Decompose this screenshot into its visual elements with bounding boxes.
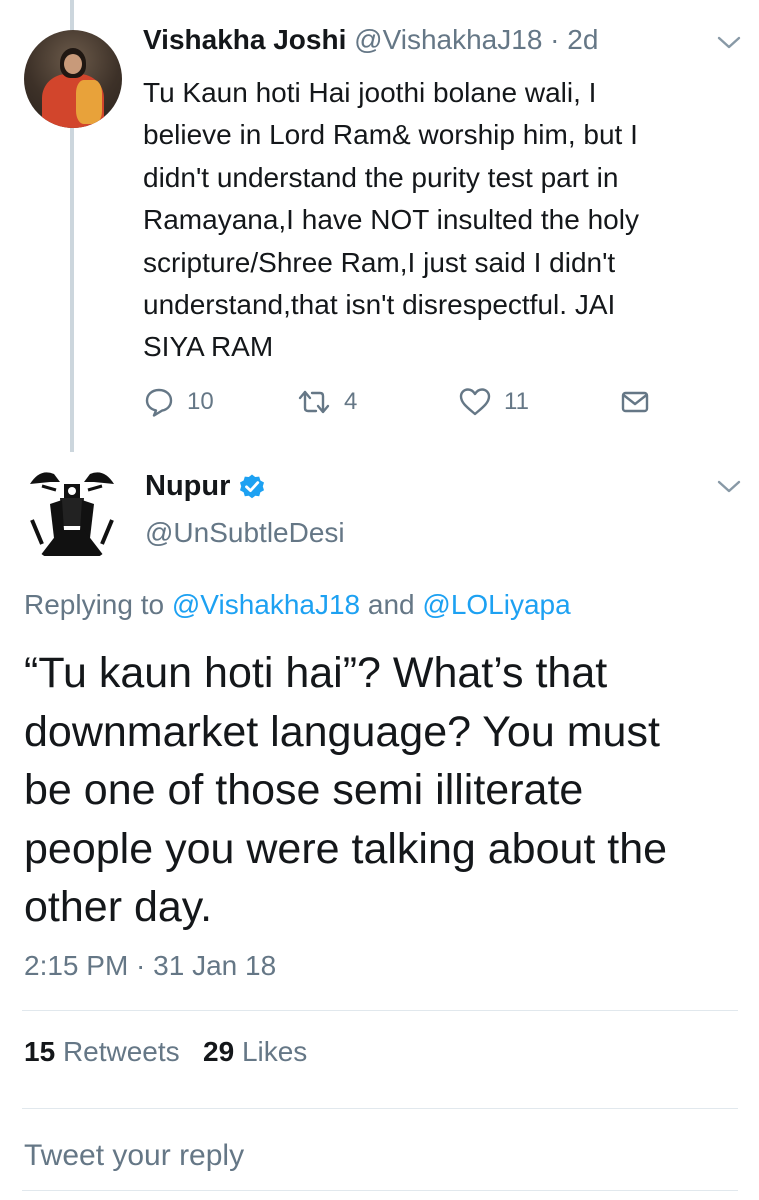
reply-button[interactable]: 10 bbox=[143, 386, 214, 418]
main-author-name: Nupur bbox=[145, 470, 266, 503]
envelope-icon bbox=[621, 391, 649, 413]
main-text-line: other day. bbox=[24, 883, 213, 931]
like-button[interactable]: 11 bbox=[458, 386, 529, 418]
replying-to-label: Replying to bbox=[24, 589, 165, 620]
header-separator: · bbox=[550, 24, 560, 55]
likes-stat[interactable]: 29 Likes bbox=[203, 1036, 307, 1067]
parent-handle[interactable]: @VishakhaJ18 bbox=[354, 24, 542, 55]
avatar-illustration bbox=[30, 472, 114, 556]
speech-bubble-icon bbox=[145, 388, 173, 417]
divider bbox=[22, 1190, 738, 1191]
direct-message-button[interactable] bbox=[620, 386, 650, 418]
parent-tweet-text: Tu Kaun hoti Hai joothi bolane wali, I b… bbox=[143, 72, 733, 369]
heart-icon bbox=[459, 388, 491, 416]
parent-display-name[interactable]: Vishakha Joshi bbox=[143, 24, 346, 55]
retweet-button[interactable]: 4 bbox=[296, 386, 357, 418]
chevron-down-icon[interactable] bbox=[716, 478, 742, 496]
mention-link[interactable]: @VishakhaJ18 bbox=[172, 589, 360, 620]
engagement-stats: 15 Retweets 29 Likes bbox=[24, 1036, 307, 1068]
main-display-name[interactable]: Nupur bbox=[145, 470, 230, 503]
avatar-nupur[interactable] bbox=[20, 460, 124, 564]
parent-text-line: scripture/Shree Ram,I just said I didn't bbox=[143, 246, 616, 278]
divider bbox=[22, 1108, 738, 1109]
mention-link[interactable]: @LOLiyapa bbox=[422, 589, 570, 620]
replying-to-line: Replying to @VishakhaJ18 and @LOLiyapa bbox=[24, 589, 571, 621]
tweet-timestamp[interactable]: 2:15 PM · 31 Jan 18 bbox=[24, 950, 276, 982]
retweets-count: 15 bbox=[24, 1036, 56, 1067]
main-text-line: people you were talking about the bbox=[24, 824, 668, 873]
retweet-icon bbox=[298, 390, 330, 414]
main-text-line: “Tu kaun hoti hai”? What’s that bbox=[24, 649, 608, 697]
parent-text-line: Ramayana,I have NOT insulted the holy bbox=[143, 204, 639, 236]
reply-input[interactable] bbox=[24, 1134, 724, 1178]
main-tweet-text: “Tu kaun hoti hai”? What’s that downmark… bbox=[24, 644, 744, 937]
parent-text-line: SIYA RAM bbox=[143, 331, 274, 363]
chevron-down-icon[interactable] bbox=[716, 34, 742, 52]
retweet-count: 4 bbox=[344, 388, 358, 415]
like-count: 11 bbox=[504, 388, 529, 415]
retweets-label: Retweets bbox=[62, 1036, 180, 1067]
retweets-stat[interactable]: 15 Retweets bbox=[24, 1036, 187, 1067]
avatar-vishakha[interactable] bbox=[24, 30, 122, 128]
likes-label: Likes bbox=[241, 1036, 308, 1067]
reply-count: 10 bbox=[187, 388, 214, 415]
verified-badge-icon bbox=[240, 474, 265, 498]
likes-count: 29 bbox=[203, 1036, 235, 1067]
parent-text-line: believe in Lord Ram& worship him, but I bbox=[143, 119, 638, 151]
main-text-line: be one of those semi illiterate bbox=[24, 766, 584, 814]
parent-text-line: Tu Kaun hoti Hai joothi bolane wali, I bbox=[143, 77, 597, 108]
divider bbox=[22, 1010, 738, 1011]
main-text-line: downmarket language? You must bbox=[24, 707, 660, 756]
parent-tweet-header: Vishakha Joshi @VishakhaJ18 · 2d bbox=[143, 24, 598, 56]
main-handle[interactable]: @UnSubtleDesi bbox=[145, 517, 345, 549]
replying-conjunction: and bbox=[367, 589, 415, 620]
parent-text-line: understand,that isn't disrespectful. JAI bbox=[143, 289, 616, 321]
parent-text-line: didn't understand the purity test part i… bbox=[143, 161, 619, 193]
parent-tweet-age[interactable]: 2d bbox=[567, 24, 598, 55]
